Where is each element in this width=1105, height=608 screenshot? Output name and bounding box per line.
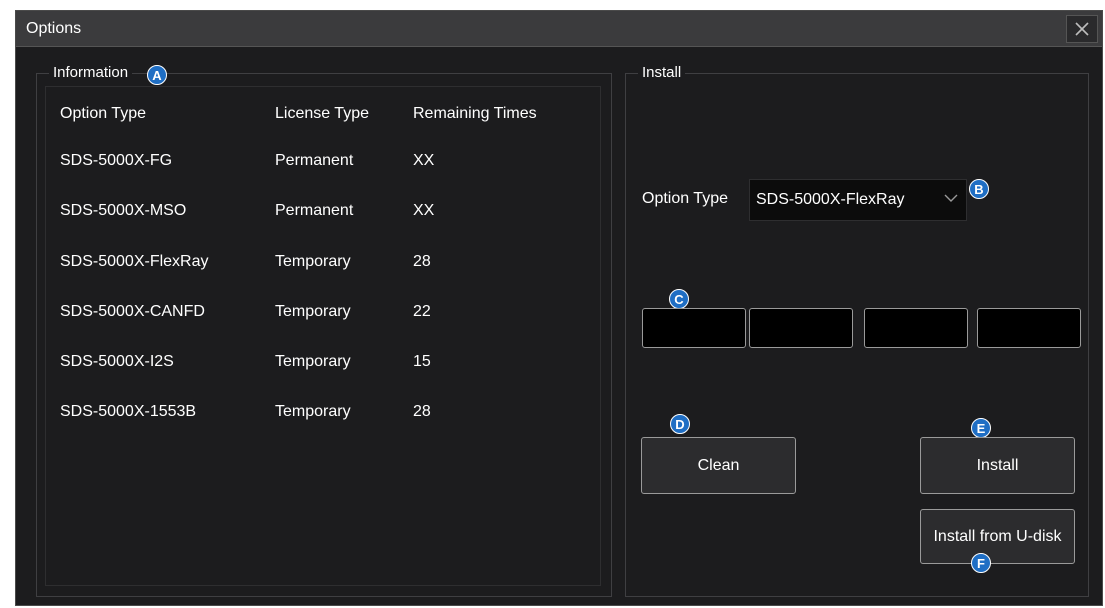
install-from-udisk-button[interactable]: Install from U-disk [920, 509, 1075, 564]
clean-button[interactable]: Clean [641, 437, 796, 494]
table-cell-remaining: XX [413, 152, 435, 169]
close-icon [1075, 22, 1089, 36]
screen: Options Information A Option Type Licens… [0, 0, 1105, 608]
table-cell-option: SDS-5000X-FG [60, 152, 173, 169]
table-cell-option: SDS-5000X-MSO [60, 202, 187, 219]
option-type-value: SDS-5000X-FlexRay [756, 191, 905, 208]
table-cell-remaining: 15 [413, 353, 431, 370]
options-table: Option Type License Type Remaining Times… [45, 86, 601, 586]
install-button[interactable]: Install [920, 437, 1075, 494]
marker-e: E [971, 418, 991, 438]
dialog-title: Options [26, 20, 82, 37]
table-cell-remaining: 28 [413, 253, 431, 270]
table-cell-remaining: 22 [413, 303, 431, 320]
marker-d: D [670, 414, 690, 434]
column-header-option-type: Option Type [60, 105, 146, 122]
table-cell-license: Permanent [275, 202, 354, 219]
license-code-input-1[interactable] [642, 308, 746, 348]
license-code-input-4[interactable] [977, 308, 1081, 348]
information-title: Information [49, 64, 133, 81]
license-code-input-2[interactable] [749, 308, 853, 348]
column-header-remaining-times: Remaining Times [413, 105, 537, 122]
title-bar: Options [16, 11, 1102, 47]
option-type-label: Option Type [642, 190, 728, 207]
table-cell-license: Temporary [275, 303, 351, 320]
marker-b: B [969, 179, 989, 199]
table-cell-license: Permanent [275, 152, 354, 169]
install-title: Install [638, 64, 686, 81]
marker-a: A [147, 65, 167, 85]
table-cell-remaining: XX [413, 202, 435, 219]
table-cell-option: SDS-5000X-CANFD [60, 303, 205, 320]
table-cell-license: Temporary [275, 253, 351, 270]
table-cell-option: SDS-5000X-FlexRay [60, 253, 209, 270]
close-button[interactable] [1066, 15, 1098, 43]
chevron-down-icon [944, 194, 958, 202]
options-dialog: Options Information A Option Type Licens… [15, 10, 1103, 606]
table-cell-option: SDS-5000X-I2S [60, 353, 174, 370]
table-cell-remaining: 28 [413, 403, 431, 420]
table-cell-option: SDS-5000X-1553B [60, 403, 197, 420]
license-code-input-3[interactable] [864, 308, 968, 348]
table-cell-license: Temporary [275, 353, 351, 370]
option-type-select[interactable]: SDS-5000X-FlexRay [749, 179, 967, 221]
column-header-license-type: License Type [275, 105, 369, 122]
marker-f: F [971, 553, 991, 573]
information-group: Information A Option Type License Type R… [36, 64, 612, 597]
table-cell-license: Temporary [275, 403, 351, 420]
marker-c: C [669, 289, 689, 309]
